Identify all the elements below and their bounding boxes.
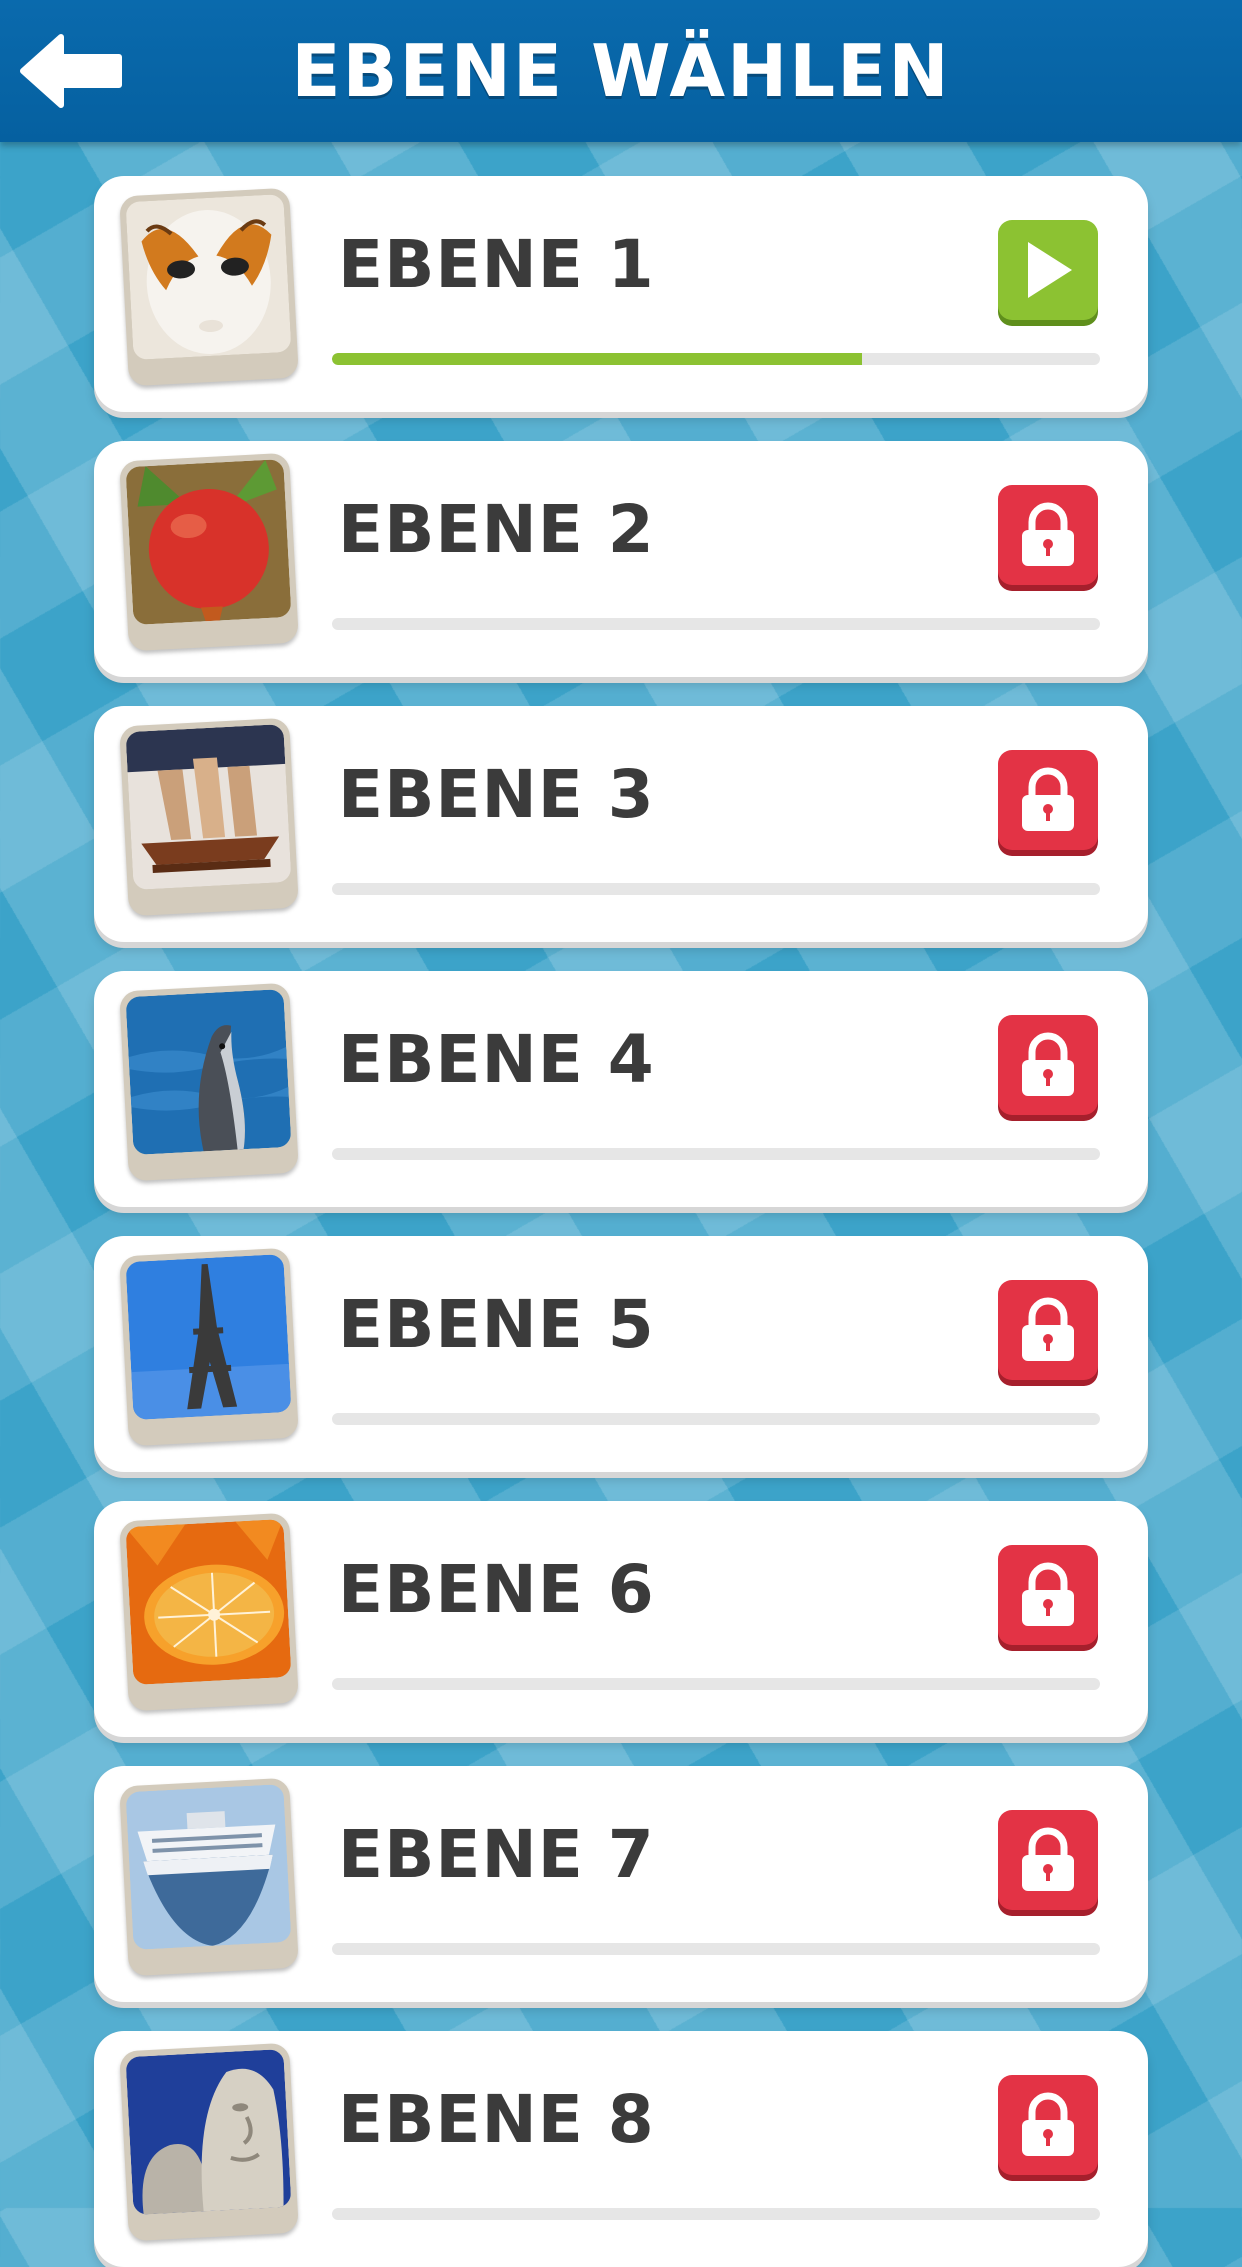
level-progress-bar [332, 2208, 1100, 2220]
level-card-1[interactable]: EBENE 1 [94, 176, 1148, 412]
stone-sculpture-image [125, 2048, 292, 2216]
play-icon [1028, 242, 1072, 298]
level-card-3[interactable]: EBENE 3 [94, 706, 1148, 942]
level-label: EBENE 6 [338, 1551, 655, 1628]
dolphin-image [125, 988, 292, 1156]
level-label: EBENE 3 [338, 756, 655, 833]
level-label: EBENE 5 [338, 1286, 655, 1363]
level-progress-bar [332, 353, 1100, 365]
locked-button[interactable] [998, 1545, 1098, 1645]
level-label: EBENE 4 [338, 1021, 655, 1098]
level-card-4[interactable]: EBENE 4 [94, 971, 1148, 1207]
level-label: EBENE 2 [338, 491, 655, 568]
level-progress-bar [332, 618, 1100, 630]
locked-button[interactable] [998, 485, 1098, 585]
level-label: EBENE 8 [338, 2081, 655, 2158]
level-progress-bar [332, 1943, 1100, 1955]
locked-button[interactable] [998, 1280, 1098, 1380]
level-thumbnail [119, 187, 299, 387]
locked-button[interactable] [998, 2075, 1098, 2175]
level-progress-bar [332, 1148, 1100, 1160]
locked-button[interactable] [998, 1810, 1098, 1910]
level-card-5[interactable]: EBENE 5 [94, 1236, 1148, 1472]
venetian-mask-image [125, 193, 292, 361]
page-title: EBENE WÄHLEN [291, 29, 951, 113]
level-progress-fill [332, 353, 862, 365]
top-bar: EBENE WÄHLEN [0, 0, 1242, 142]
level-thumbnail [119, 717, 299, 917]
level-thumbnail [119, 982, 299, 1182]
level-card-6[interactable]: EBENE 6 [94, 1501, 1148, 1737]
sailing-ship-model-image [125, 723, 292, 891]
level-thumbnail [119, 452, 299, 652]
level-thumbnail [119, 1777, 299, 1977]
level-card-7[interactable]: EBENE 7 [94, 1766, 1148, 2002]
level-progress-bar [332, 1678, 1100, 1690]
locked-button[interactable] [998, 1015, 1098, 1115]
lock-icon [1022, 2092, 1074, 2156]
level-thumbnail [119, 1512, 299, 1712]
lock-icon [1022, 767, 1074, 831]
lock-icon [1022, 502, 1074, 566]
level-progress-bar [332, 1413, 1100, 1425]
lock-icon [1022, 1827, 1074, 1891]
oranges-image [125, 1518, 292, 1686]
play-button[interactable] [998, 220, 1098, 320]
level-label: EBENE 7 [338, 1816, 655, 1893]
eiffel-tower-image [125, 1253, 292, 1421]
level-label: EBENE 1 [338, 226, 655, 303]
lock-icon [1022, 1297, 1074, 1361]
pomegranate-image [125, 458, 292, 626]
level-thumbnail [119, 1247, 299, 1447]
lock-icon [1022, 1032, 1074, 1096]
level-progress-bar [332, 883, 1100, 895]
level-thumbnail [119, 2042, 299, 2242]
cruise-ship-image [125, 1783, 292, 1951]
level-card-2[interactable]: EBENE 2 [94, 441, 1148, 677]
lock-icon [1022, 1562, 1074, 1626]
level-card-8[interactable]: EBENE 8 [94, 2031, 1148, 2267]
locked-button[interactable] [998, 750, 1098, 850]
